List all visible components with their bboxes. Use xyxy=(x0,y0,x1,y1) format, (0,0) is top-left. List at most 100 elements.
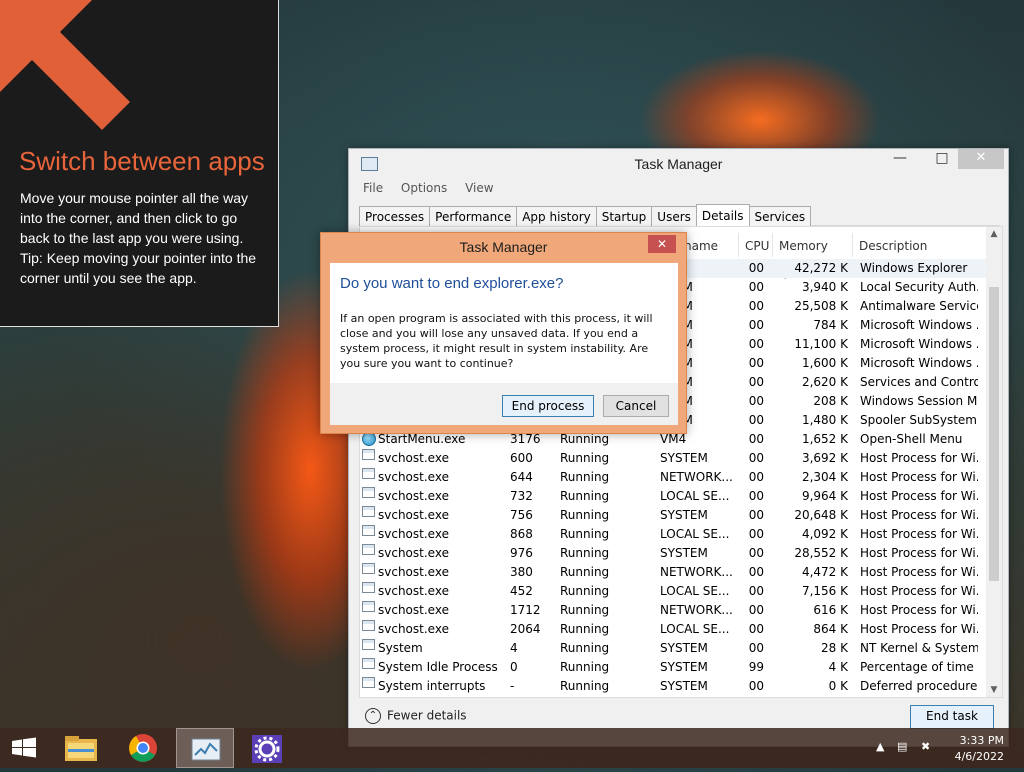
cell-user: LOCAL SE... xyxy=(660,489,730,503)
cell-status: Running xyxy=(560,508,610,522)
taskbar-task-manager[interactable] xyxy=(176,728,234,768)
network-icon[interactable]: ▤ xyxy=(897,740,907,753)
volume-muted-icon[interactable]: ✖ xyxy=(921,740,930,753)
menu-view[interactable]: View xyxy=(465,181,493,195)
cell-name: svchost.exe xyxy=(378,584,449,598)
process-icon xyxy=(362,677,375,688)
dialog-close-button[interactable]: ✕ xyxy=(648,235,676,253)
arrow-up-left-icon xyxy=(0,0,130,130)
cell-cpu: 00 xyxy=(748,679,764,693)
cell-mem: 1,652 K xyxy=(801,432,848,446)
cell-desc: Host Process for Wi... xyxy=(860,546,978,560)
end-task-button[interactable]: End task xyxy=(910,705,994,729)
taskbar-chrome[interactable] xyxy=(114,728,172,768)
table-row[interactable]: svchost.exe 644 Running NETWORK... 00 2,304 K… xyxy=(360,468,986,487)
cell-pid: 452 xyxy=(510,584,533,598)
close-button[interactable]: ✕ xyxy=(958,149,1004,169)
cancel-button[interactable]: Cancel xyxy=(603,395,669,417)
cell-desc: Windows Explorer xyxy=(860,261,968,275)
dialog-question: Do you want to end explorer.exe? xyxy=(340,275,564,292)
maximize-button[interactable]: □ xyxy=(928,149,956,169)
tab-performance[interactable]: Performance xyxy=(429,206,518,228)
table-row[interactable]: svchost.exe 868 Running LOCAL SE... 00 4,092 … xyxy=(360,525,986,544)
minimize-button[interactable]: — xyxy=(886,149,914,169)
start-button[interactable] xyxy=(0,728,58,768)
fewer-details-button[interactable]: ⌃ Fewer details xyxy=(365,708,467,724)
cell-user: SYSTEM xyxy=(660,451,708,465)
cell-mem: 2,620 K xyxy=(801,375,848,389)
cell-pid: 756 xyxy=(510,508,533,522)
cell-desc: Percentage of time t... xyxy=(860,660,978,674)
cell-pid: - xyxy=(510,679,515,693)
menu-options[interactable]: Options xyxy=(401,181,447,195)
table-row[interactable]: System Idle Process 0 Running SYSTEM 99 4 K Pe… xyxy=(360,658,986,677)
cell-mem: 1,480 K xyxy=(801,413,848,427)
dialog-content: Do you want to end explorer.exe? If an o… xyxy=(330,263,678,425)
table-row[interactable]: svchost.exe 452 Running LOCAL SE... 00 7,156 … xyxy=(360,582,986,601)
menu-file[interactable]: File xyxy=(363,181,383,195)
dialog-message-area: Do you want to end explorer.exe? If an o… xyxy=(330,263,678,383)
cell-status: Running xyxy=(560,527,610,541)
column-memory[interactable]: Memory (p... xyxy=(772,233,852,279)
cell-desc: Services and Control... xyxy=(860,375,978,389)
process-icon xyxy=(362,620,375,631)
table-row[interactable]: svchost.exe 1712 Running NETWORK... 00 616 K H… xyxy=(360,601,986,620)
cell-status: Running xyxy=(560,641,610,655)
cell-mem: 9,964 K xyxy=(801,489,848,503)
cell-mem: 208 K xyxy=(813,394,848,408)
tab-startup[interactable]: Startup xyxy=(595,206,653,228)
cell-name: svchost.exe xyxy=(378,527,449,541)
tab-users[interactable]: Users xyxy=(651,206,697,228)
tab-processes[interactable]: Processes xyxy=(359,206,431,228)
column-cpu[interactable]: CPU xyxy=(738,233,772,257)
cell-pid: 380 xyxy=(510,565,533,579)
scroll-down-icon[interactable]: ▼ xyxy=(986,685,1002,695)
process-icon xyxy=(362,658,375,669)
file-explorer-icon xyxy=(65,736,97,761)
cell-name: svchost.exe xyxy=(378,470,449,484)
table-row[interactable]: System 4 Running SYSTEM 00 28 K NT Kernel & Sy… xyxy=(360,639,986,658)
dialog-title: Task Manager xyxy=(459,239,548,255)
scroll-thumb[interactable] xyxy=(989,287,999,581)
cell-mem: 28 K xyxy=(821,641,848,655)
cell-pid: 1712 xyxy=(510,603,541,617)
taskbar-file-explorer[interactable] xyxy=(52,728,110,768)
table-row[interactable]: System interrupts - Running SYSTEM 00 0 K Defe… xyxy=(360,677,986,696)
clock[interactable]: 3:33 PM 4/6/2022 xyxy=(955,733,1004,765)
cell-mem: 42,272 K xyxy=(794,261,848,275)
end-process-button[interactable]: End process xyxy=(502,395,594,417)
cell-user: SYSTEM xyxy=(660,660,708,674)
scroll-up-icon[interactable]: ▲ xyxy=(986,229,1002,239)
table-row[interactable]: svchost.exe 976 Running SYSTEM 00 28,552 K Hos… xyxy=(360,544,986,563)
table-row[interactable]: svchost.exe 600 Running SYSTEM 00 3,692 K Host… xyxy=(360,449,986,468)
column-description[interactable]: Description xyxy=(852,233,986,257)
process-icon xyxy=(362,639,375,650)
cell-pid: 4 xyxy=(510,641,518,655)
taskbar-settings[interactable] xyxy=(238,728,296,768)
table-row[interactable]: svchost.exe 380 Running NETWORK... 00 4,472 K… xyxy=(360,563,986,582)
vertical-scrollbar[interactable]: ▲ ▼ xyxy=(986,227,1002,697)
table-row[interactable]: svchost.exe 732 Running LOCAL SE... 00 9,964 … xyxy=(360,487,986,506)
table-row[interactable]: svchost.exe 756 Running SYSTEM 00 20,648 K Hos… xyxy=(360,506,986,525)
chrome-icon xyxy=(129,734,157,762)
cell-cpu: 00 xyxy=(748,280,764,294)
cell-status: Running xyxy=(560,451,610,465)
cell-desc: Spooler SubSystem ... xyxy=(860,413,978,427)
cell-mem: 2,304 K xyxy=(801,470,848,484)
cell-desc: Host Process for Wi... xyxy=(860,451,978,465)
column-user-name[interactable]: name xyxy=(678,233,738,257)
cell-desc: Microsoft Windows ... xyxy=(860,318,978,332)
tab-services[interactable]: Services xyxy=(748,206,812,228)
cell-user: SYSTEM xyxy=(660,546,708,560)
cell-desc: Host Process for Wi... xyxy=(860,527,978,541)
table-row[interactable]: svchost.exe 2064 Running LOCAL SE... 00 864 K… xyxy=(360,620,986,639)
cell-desc: Deferred procedure ... xyxy=(860,679,978,693)
cell-cpu: 00 xyxy=(748,261,764,275)
tab-app-history[interactable]: App history xyxy=(516,206,597,228)
show-hidden-icons-icon[interactable]: ▲ xyxy=(876,740,884,753)
cell-status: Running xyxy=(560,565,610,579)
cell-desc: Host Process for Wi... xyxy=(860,489,978,503)
cell-desc: Host Process for Wi... xyxy=(860,603,978,617)
title-bar[interactable]: Task Manager — □ ✕ xyxy=(349,149,1008,179)
cell-mem: 864 K xyxy=(813,622,848,636)
